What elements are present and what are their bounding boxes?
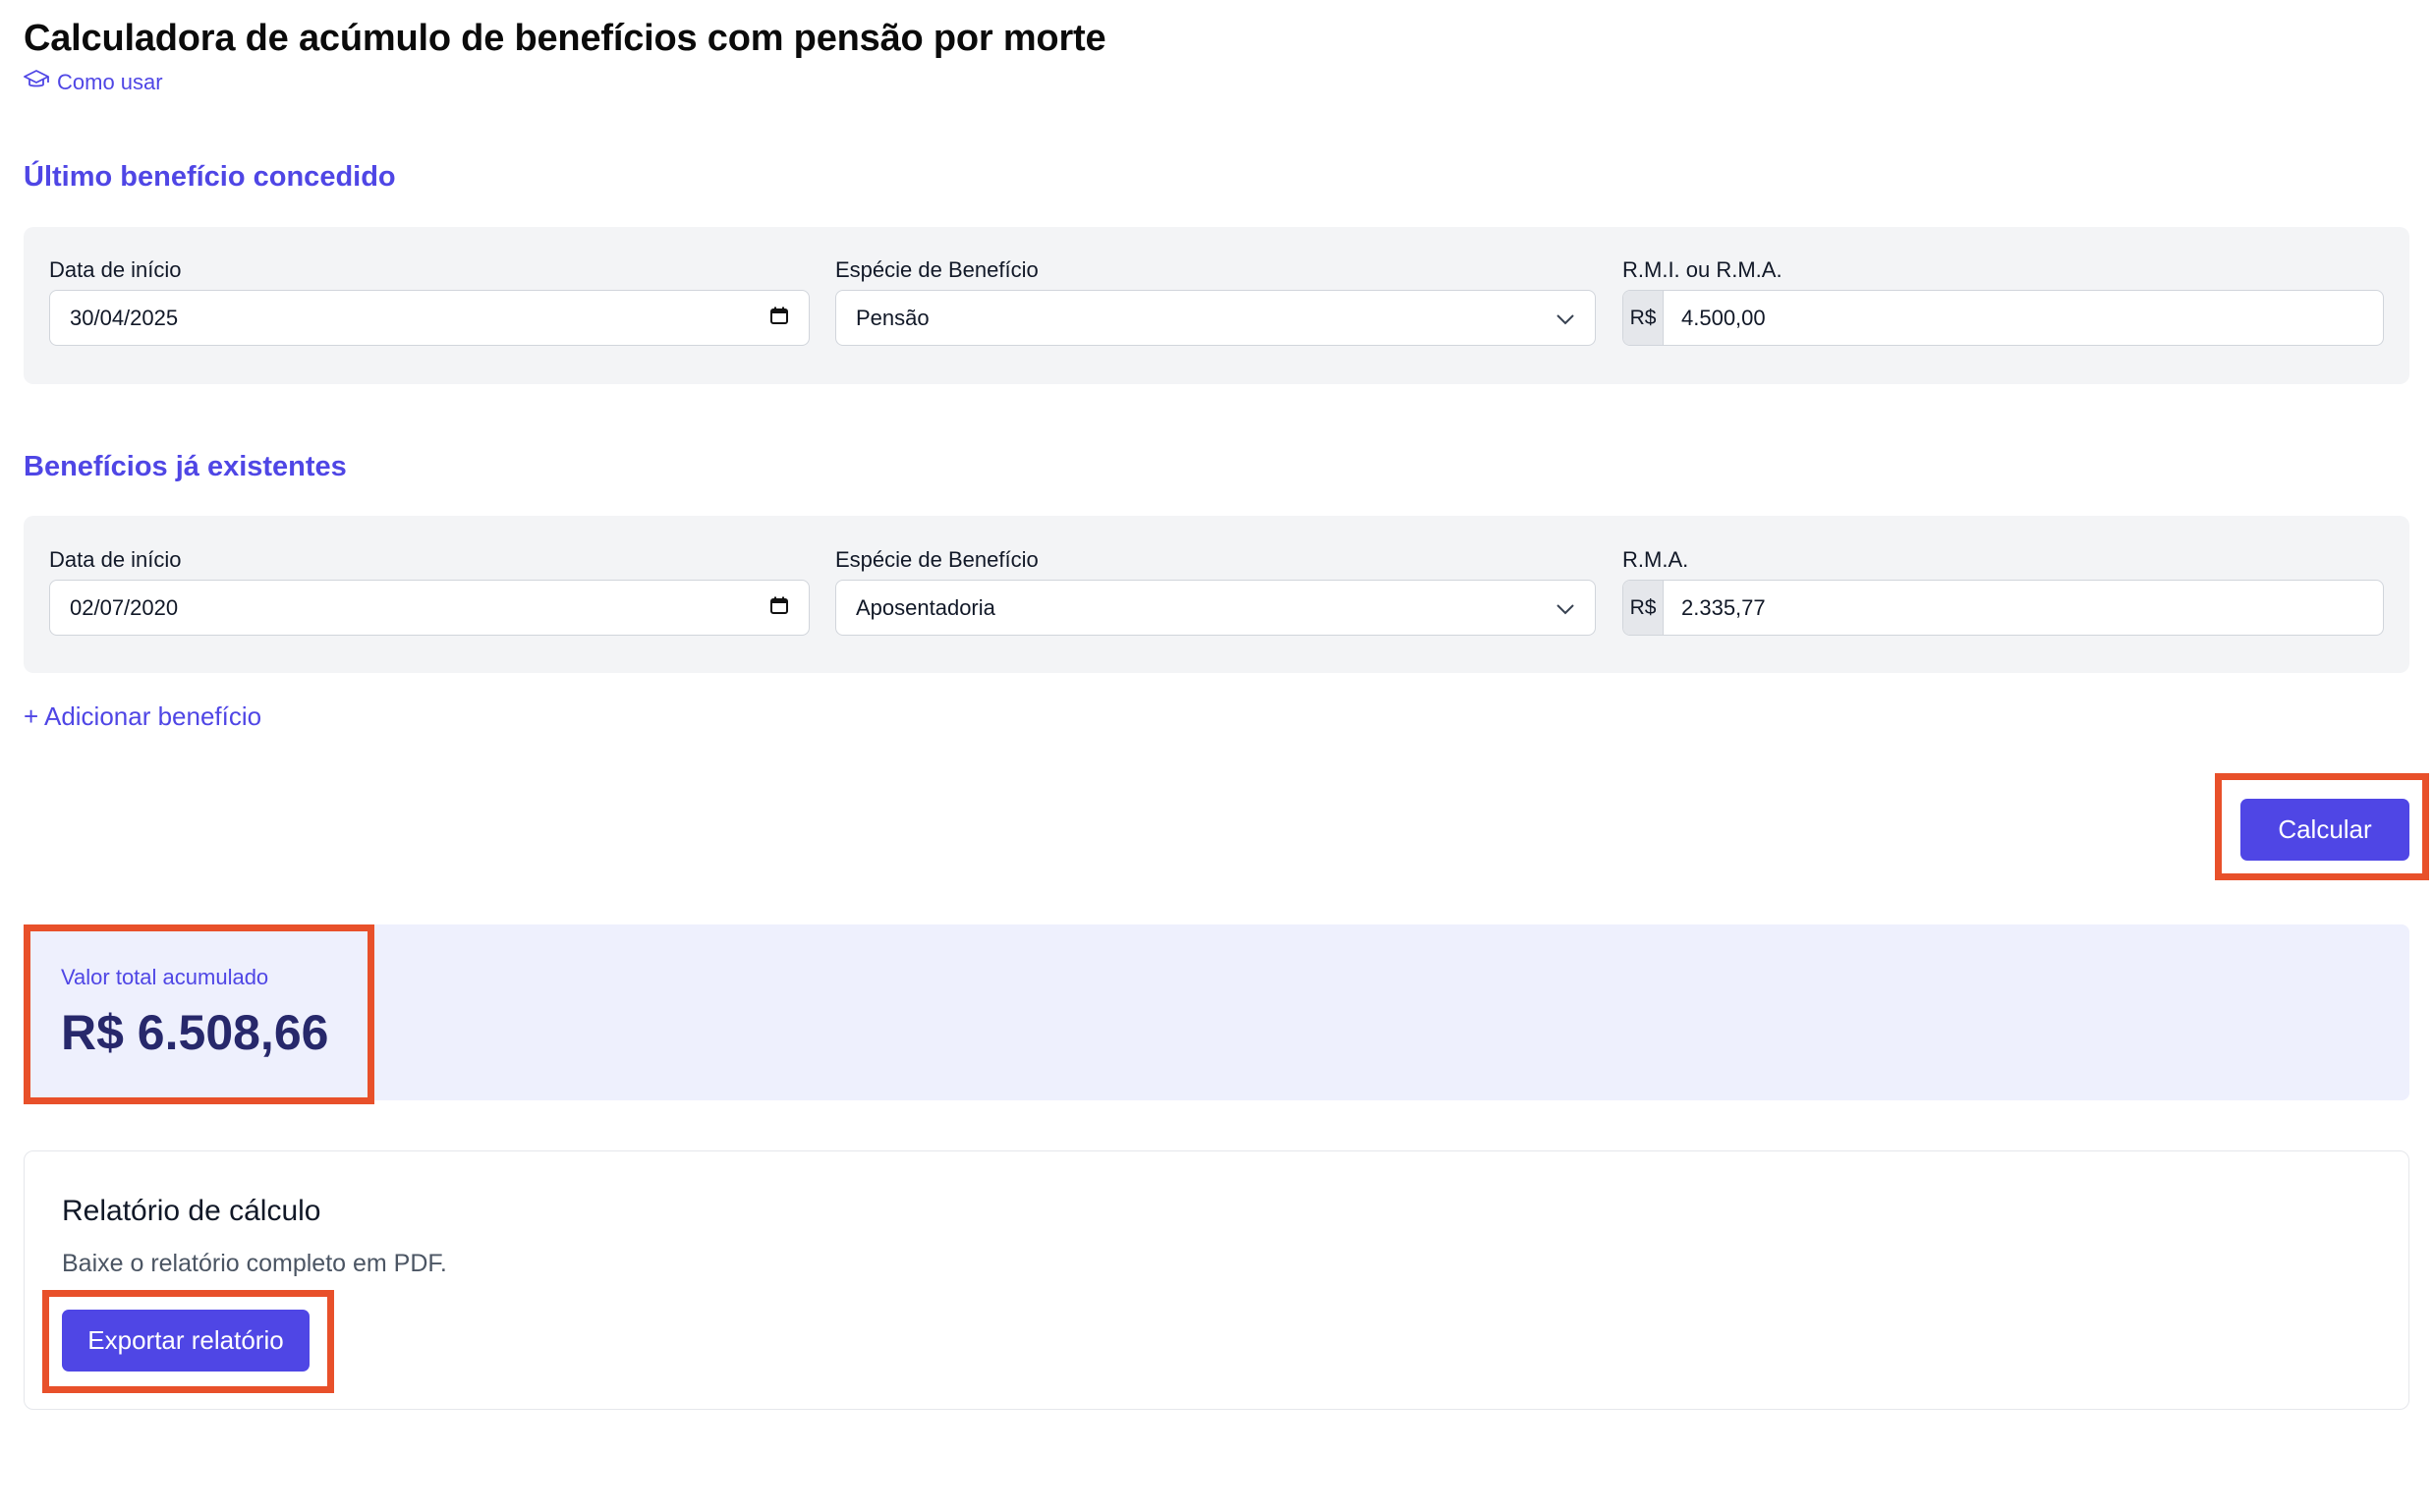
- start-date-label: Data de início: [49, 257, 182, 282]
- graduation-cap-icon: [24, 69, 49, 96]
- currency-prefix: R$: [1623, 581, 1664, 635]
- report-description: Baixe o relatório completo em PDF.: [62, 1250, 447, 1277]
- last-benefit-amount-input[interactable]: R$ 4.500,00: [1622, 290, 2384, 346]
- report-card: [24, 1150, 2409, 1410]
- calculate-button[interactable]: Calcular: [2240, 799, 2409, 861]
- add-benefit-link[interactable]: + Adicionar benefício: [24, 701, 261, 732]
- result-label: Valor total acumulado: [61, 965, 269, 989]
- amount-label: R.M.I. ou R.M.A.: [1622, 257, 1783, 282]
- calendar-icon[interactable]: [769, 595, 789, 621]
- currency-prefix: R$: [1623, 291, 1664, 345]
- result-value: R$ 6.508,66: [61, 1005, 329, 1060]
- calendar-icon[interactable]: [769, 306, 789, 331]
- how-to-use-label: Como usar: [57, 70, 163, 94]
- result-panel: [24, 924, 2409, 1100]
- existing-benefit-start-date-input[interactable]: 02/07/2020: [49, 580, 810, 636]
- select-value: Pensão: [856, 305, 930, 330]
- date-value: 02/07/2020: [70, 594, 179, 620]
- export-report-button[interactable]: Exportar relatório: [62, 1310, 310, 1372]
- existing-benefit-type-select[interactable]: Aposentadoria: [835, 580, 1596, 636]
- date-value: 30/04/2025: [70, 305, 179, 330]
- last-benefit-start-date-input[interactable]: 30/04/2025: [49, 290, 810, 346]
- report-title: Relatório de cálculo: [62, 1195, 321, 1227]
- amount-label: R.M.A.: [1622, 547, 1689, 572]
- amount-value: 2.335,77: [1681, 594, 1766, 620]
- last-benefit-section-title: Último benefício concedido: [24, 161, 396, 193]
- select-value: Aposentadoria: [856, 594, 995, 620]
- page-title: Calculadora de acúmulo de benefícios com…: [24, 18, 1106, 59]
- benefit-type-label: Espécie de Benefício: [835, 547, 1039, 572]
- start-date-label: Data de início: [49, 547, 182, 572]
- benefit-type-label: Espécie de Benefício: [835, 257, 1039, 282]
- how-to-use-link[interactable]: Como usar: [24, 69, 163, 96]
- last-benefit-type-select[interactable]: Pensão: [835, 290, 1596, 346]
- existing-benefit-amount-input[interactable]: R$ 2.335,77: [1622, 580, 2384, 636]
- amount-value: 4.500,00: [1681, 305, 1766, 330]
- chevron-down-icon: [1556, 595, 1575, 621]
- existing-benefits-section-title: Benefícios já existentes: [24, 451, 347, 482]
- chevron-down-icon: [1556, 306, 1575, 331]
